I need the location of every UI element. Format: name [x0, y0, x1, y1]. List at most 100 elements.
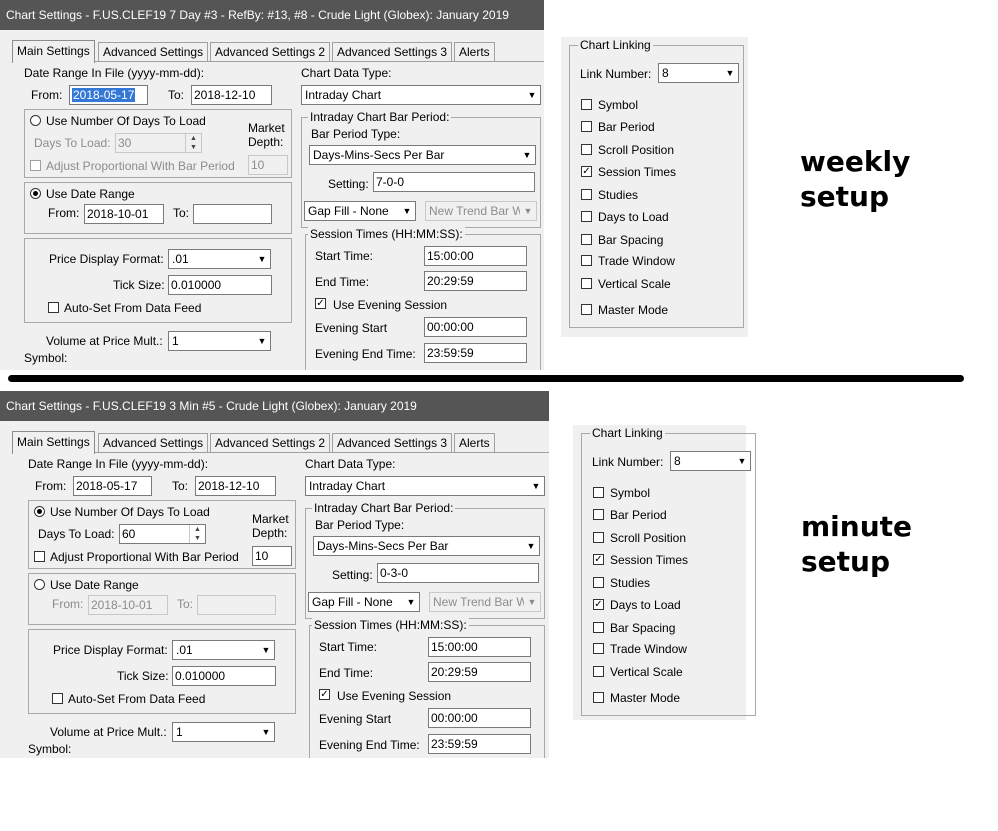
link-studies-checkbox[interactable] — [581, 189, 592, 200]
tab-advanced-settings[interactable]: Advanced Settings — [98, 42, 209, 62]
range-from-input[interactable]: 2018-10-01 — [84, 204, 164, 224]
range-from-input[interactable]: 2018-10-01 — [88, 595, 168, 615]
range-to-label: To: — [177, 597, 194, 611]
days-spinner[interactable]: ▲ ▼ — [189, 525, 205, 543]
link-session-times-label: Session Times — [598, 165, 677, 179]
symbol-label: Symbol: — [24, 351, 68, 365]
link-trade-window-checkbox[interactable] — [581, 255, 592, 266]
link-number-select[interactable]: 8 ▼ — [658, 63, 739, 83]
volume-mult-select[interactable]: 1 ▼ — [172, 722, 275, 742]
start-time-label: Start Time: — [315, 249, 374, 263]
tab-advanced-settings-2[interactable]: Advanced Settings 2 — [210, 42, 331, 62]
use-date-range-radio[interactable] — [34, 579, 45, 590]
start-time-input[interactable]: 15:00:00 — [424, 246, 527, 266]
link-symbol-checkbox[interactable] — [581, 99, 592, 110]
price-format-select[interactable]: .01 ▼ — [172, 640, 275, 660]
link-master-mode-checkbox[interactable] — [581, 304, 592, 315]
adjust-proportional-checkbox[interactable] — [30, 160, 41, 171]
link-studies-checkbox[interactable] — [593, 577, 604, 588]
tab-advanced-settings[interactable]: Advanced Settings — [98, 433, 209, 453]
market-depth-input[interactable]: 10 — [252, 546, 292, 566]
session-times-group-label: Session Times (HH:MM:SS): — [308, 227, 465, 241]
link-trade-window-checkbox[interactable] — [593, 643, 604, 654]
link-session-times-checkbox[interactable]: ✓ — [593, 554, 604, 565]
link-bar-period-checkbox[interactable] — [581, 121, 592, 132]
range-to-input[interactable] — [197, 595, 276, 615]
to-date-input[interactable]: 2018-12-10 — [191, 85, 272, 105]
evening-end-input[interactable]: 23:59:59 — [424, 343, 527, 363]
end-time-label: End Time: — [315, 275, 370, 289]
link-vertical-scale-checkbox[interactable] — [581, 278, 592, 289]
days-to-load-input[interactable]: 60 ▲ ▼ — [119, 524, 206, 544]
use-date-range-radio[interactable] — [30, 188, 41, 199]
gap-fill-select[interactable]: Gap Fill - None ▼ — [304, 201, 416, 221]
link-bar-period-label: Bar Period — [598, 120, 655, 134]
to-label: To: — [172, 479, 189, 493]
price-format-select[interactable]: .01 ▼ — [168, 249, 271, 269]
adjust-proportional-checkbox[interactable] — [34, 551, 45, 562]
use-evening-checkbox[interactable]: ✓ — [319, 689, 330, 700]
link-number-select[interactable]: 8 ▼ — [670, 451, 751, 471]
setting-input[interactable]: 0-3-0 — [377, 563, 539, 583]
price-format-label: Price Display Format: — [53, 643, 168, 657]
bar-period-group-label: Intraday Chart Bar Period: — [308, 110, 452, 124]
use-date-range-label: Use Date Range — [50, 578, 139, 592]
from-date-input[interactable]: 2018-05-17 — [73, 476, 152, 496]
use-evening-checkbox[interactable]: ✓ — [315, 298, 326, 309]
tab-advanced-settings-3[interactable]: Advanced Settings 3 — [332, 42, 453, 62]
tab-advanced-settings-3[interactable]: Advanced Settings 3 — [332, 433, 453, 453]
chart-data-type-select[interactable]: Intraday Chart ▼ — [305, 476, 545, 496]
days-spinner[interactable]: ▲ ▼ — [185, 134, 201, 152]
range-from-label: From: — [48, 206, 80, 220]
to-date-input[interactable]: 2018-12-10 — [195, 476, 276, 496]
start-time-input[interactable]: 15:00:00 — [428, 637, 531, 657]
tab-alerts[interactable]: Alerts — [454, 433, 495, 453]
setting-input[interactable]: 7-0-0 — [373, 172, 535, 192]
use-days-radio[interactable] — [34, 506, 45, 517]
tick-size-input[interactable]: 0.010000 — [172, 666, 276, 686]
market-depth-input[interactable]: 10 — [248, 155, 288, 175]
link-scroll-position-checkbox[interactable] — [581, 144, 592, 155]
end-time-input[interactable]: 20:29:59 — [428, 662, 531, 682]
from-label: From: — [31, 88, 63, 102]
days-to-load-input[interactable]: 30 ▲ ▼ — [115, 133, 202, 153]
link-trade-window-label: Trade Window — [598, 254, 675, 268]
evening-start-input[interactable]: 00:00:00 — [428, 708, 531, 728]
tab-main-settings[interactable]: Main Settings — [12, 40, 95, 63]
dialog-title: Chart Settings - F.US.CLEF19 3 Min #5 - … — [0, 391, 549, 421]
link-scroll-position-checkbox[interactable] — [593, 532, 604, 543]
link-bar-spacing-checkbox[interactable] — [593, 622, 604, 633]
link-bar-period-checkbox[interactable] — [593, 509, 604, 520]
link-days-to-load-checkbox[interactable]: ✓ — [593, 599, 604, 610]
tab-strip: Main Settings Advanced Settings Advanced… — [12, 40, 532, 63]
session-times-group-label: Session Times (HH:MM:SS): — [312, 618, 469, 632]
link-studies-label: Studies — [598, 188, 639, 202]
link-symbol-checkbox[interactable] — [593, 487, 604, 498]
link-days-to-load-checkbox[interactable] — [581, 211, 592, 222]
tab-advanced-settings-2[interactable]: Advanced Settings 2 — [210, 433, 331, 453]
link-bar-spacing-checkbox[interactable] — [581, 234, 592, 245]
from-date-input[interactable]: 2018-05-17 — [69, 85, 148, 105]
auto-set-checkbox[interactable] — [52, 693, 63, 704]
tab-alerts[interactable]: Alerts — [454, 42, 495, 62]
new-trend-bar-select[interactable]: New Trend Bar W ▼ — [429, 592, 541, 612]
bar-period-type-select[interactable]: Days-Mins-Secs Per Bar ▼ — [309, 145, 536, 165]
link-session-times-checkbox[interactable]: ✓ — [581, 166, 592, 177]
range-to-input[interactable] — [193, 204, 272, 224]
link-master-mode-checkbox[interactable] — [593, 692, 604, 703]
chart-data-type-select[interactable]: Intraday Chart ▼ — [301, 85, 541, 105]
end-time-input[interactable]: 20:29:59 — [424, 271, 527, 291]
gap-fill-select[interactable]: Gap Fill - None ▼ — [308, 592, 420, 612]
tab-main-settings[interactable]: Main Settings — [12, 431, 95, 454]
volume-mult-select[interactable]: 1 ▼ — [168, 331, 271, 351]
chart-linking-title: Chart Linking — [578, 38, 653, 52]
evening-start-input[interactable]: 00:00:00 — [424, 317, 527, 337]
bar-period-type-select[interactable]: Days-Mins-Secs Per Bar ▼ — [313, 536, 540, 556]
evening-end-input[interactable]: 23:59:59 — [428, 734, 531, 754]
tick-size-input[interactable]: 0.010000 — [168, 275, 272, 295]
new-trend-bar-select[interactable]: New Trend Bar W ▼ — [425, 201, 537, 221]
link-vertical-scale-checkbox[interactable] — [593, 666, 604, 677]
auto-set-checkbox[interactable] — [48, 302, 59, 313]
section-divider — [8, 375, 964, 382]
use-days-radio[interactable] — [30, 115, 41, 126]
